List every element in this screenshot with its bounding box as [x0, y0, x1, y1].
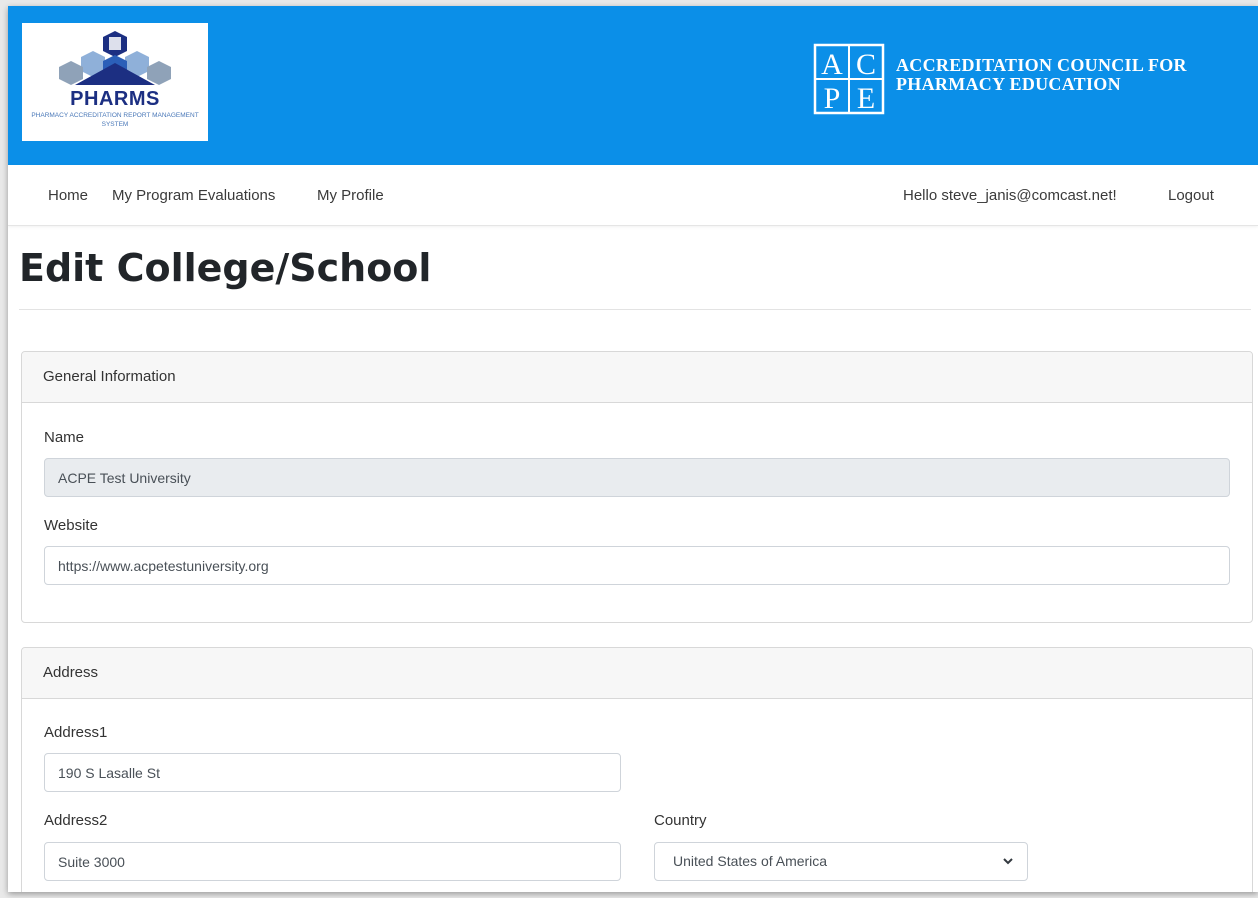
acpe-org-name-line2: PHARMACY EDUCATION — [896, 74, 1121, 94]
nav-home-link[interactable]: Home — [48, 187, 88, 204]
top-navbar: Home My Program Evaluations My Profile H… — [8, 165, 1258, 226]
address1-label: Address1 — [44, 724, 108, 741]
pharms-hexagon-icon — [59, 31, 171, 85]
chevron-down-icon — [1003, 858, 1013, 865]
country-select-value: United States of America — [654, 842, 1028, 881]
page-title: Edit College/School — [19, 246, 432, 290]
svg-text:A: A — [821, 48, 843, 81]
browser-page: PHARMS PHARMACY ACCREDITATION REPORT MAN… — [8, 6, 1258, 892]
address1-field[interactable] — [44, 753, 621, 792]
acpe-org-name-line1: ACCREDITATION COUNCIL FOR — [896, 55, 1187, 75]
general-information-card: General Information Name Website — [21, 351, 1253, 623]
svg-text:E: E — [857, 82, 875, 115]
user-greeting-link[interactable]: Hello steve_janis@comcast.net! — [903, 187, 1117, 204]
address-card: Address Address1 Address2 Country United… — [21, 647, 1253, 892]
acpe-org-name: ACCREDITATION COUNCIL FOR PHARMACY EDUCA… — [896, 56, 1187, 94]
address2-field[interactable] — [44, 842, 621, 881]
nav-program-evaluations-link[interactable]: My Program Evaluations — [112, 187, 275, 204]
name-label: Name — [44, 429, 85, 446]
address-header: Address — [22, 648, 1252, 699]
website-label: Website — [44, 517, 98, 534]
header-banner: PHARMS PHARMACY ACCREDITATION REPORT MAN… — [8, 6, 1258, 165]
logout-link[interactable]: Logout — [1168, 187, 1214, 204]
acpe-logo-icon: A C P E — [813, 43, 885, 115]
general-information-header: General Information — [22, 352, 1252, 403]
pharms-logo[interactable]: PHARMS PHARMACY ACCREDITATION REPORT MAN… — [22, 23, 208, 141]
website-field[interactable] — [44, 546, 1230, 585]
name-field[interactable] — [44, 458, 1230, 497]
address2-label: Address2 — [44, 812, 108, 829]
logo-subtitle: PHARMACY ACCREDITATION REPORT MANAGEMENT… — [31, 112, 199, 128]
svg-text:C: C — [856, 48, 876, 81]
svg-text:P: P — [824, 82, 841, 115]
nav-profile-link[interactable]: My Profile — [317, 187, 384, 204]
logo-title: PHARMS — [70, 88, 160, 110]
country-select[interactable]: United States of America — [654, 842, 1028, 881]
country-label: Country — [654, 812, 707, 829]
title-divider — [19, 309, 1251, 310]
